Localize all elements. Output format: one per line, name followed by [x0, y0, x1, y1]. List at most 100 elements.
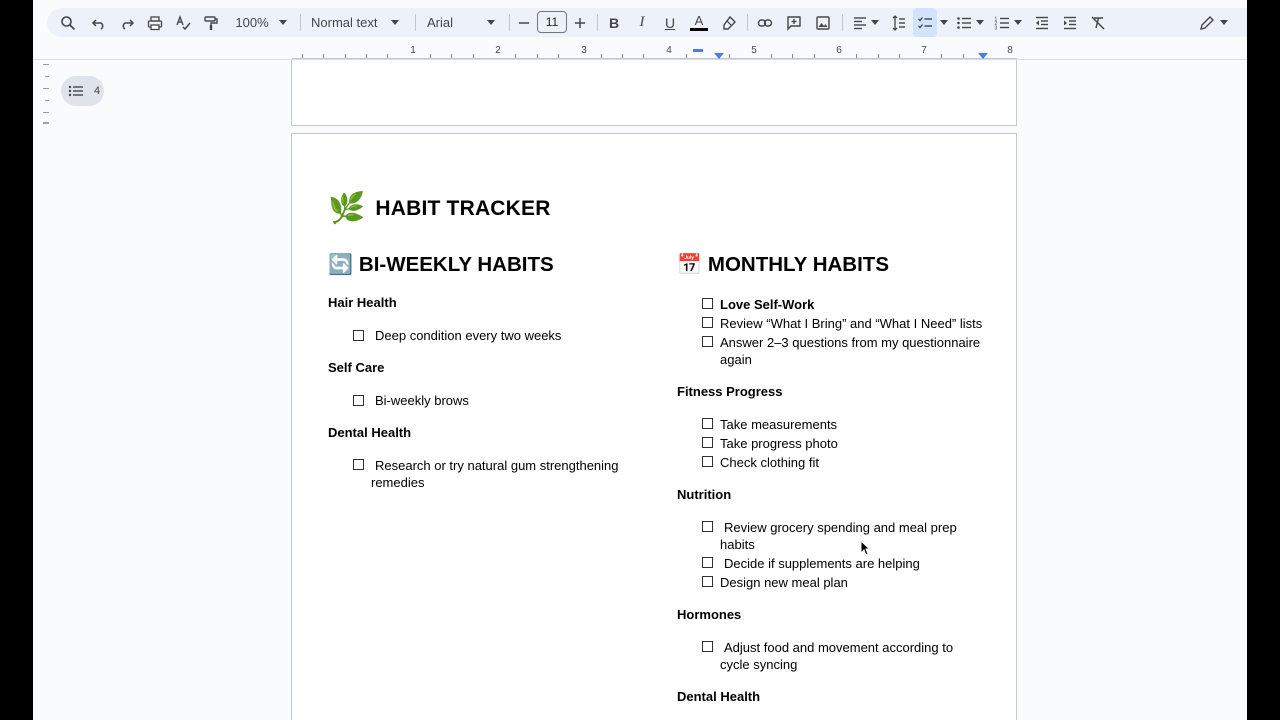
- section-heading: Dental Health: [677, 689, 761, 704]
- biweekly-heading: 🔄 BI-WEEKLY HABITS: [328, 252, 554, 277]
- checklist-item[interactable]: Adjust food and movement according to: [724, 639, 953, 656]
- italic-button[interactable]: I: [630, 8, 654, 37]
- docs-app: 100% Normal text Arial 11 B I U A 1 2 3 …: [33, 0, 1248, 720]
- checkbox[interactable]: [702, 418, 713, 429]
- checklist-item[interactable]: Bi-weekly brows: [375, 392, 469, 409]
- checkbox[interactable]: [702, 298, 713, 309]
- checkbox[interactable]: [702, 641, 713, 652]
- undo-icon[interactable]: [87, 8, 111, 37]
- section-heading: Hormones: [677, 607, 742, 622]
- section-heading: Dental Health: [328, 425, 412, 440]
- highlighter-icon: [723, 15, 736, 30]
- checklist-item[interactable]: Research or try natural gum strengthenin…: [375, 457, 619, 474]
- paint-format-icon[interactable]: [199, 8, 223, 37]
- checkbox[interactable]: [702, 456, 713, 467]
- checklist-item[interactable]: Love Self-Work: [720, 296, 814, 313]
- document-title: 🌿 HABIT TRACKER: [328, 194, 551, 224]
- checkbox[interactable]: [702, 437, 713, 448]
- calendar-icon: 📅: [677, 254, 702, 276]
- zoom-value: 100%: [235, 15, 269, 30]
- monthly-heading: 📅 MONTHLY HABITS: [677, 252, 889, 277]
- checkbox[interactable]: [702, 557, 713, 568]
- clear-formatting-icon[interactable]: [1085, 8, 1111, 37]
- checklist-menu-button[interactable]: [938, 8, 950, 37]
- checklist-item-continued[interactable]: cycle syncing: [720, 656, 797, 673]
- checkbox[interactable]: [702, 336, 713, 347]
- document-outline-button[interactable]: 4: [61, 76, 104, 106]
- bulleted-list-icon: [957, 16, 971, 29]
- checklist-item[interactable]: Check clothing fit: [720, 454, 819, 471]
- decrease-font-size-button[interactable]: [515, 8, 533, 37]
- numbered-list-button[interactable]: 123: [991, 8, 1025, 37]
- checklist-item[interactable]: Decide if supplements are helping: [724, 555, 920, 572]
- increase-indent-icon[interactable]: [1057, 8, 1083, 37]
- insert-link-icon[interactable]: [752, 8, 778, 37]
- insert-image-icon[interactable]: [810, 8, 836, 37]
- align-left-icon: [853, 16, 866, 29]
- italic-icon: I: [639, 14, 645, 30]
- title-text: HABIT TRACKER: [375, 197, 551, 220]
- print-icon[interactable]: [143, 8, 167, 37]
- section-heading: Self Care: [328, 360, 385, 375]
- checklist-item[interactable]: Answer 2–3 questions from my questionnai…: [720, 334, 980, 351]
- font-size-input[interactable]: 11: [537, 11, 567, 33]
- biweekly-heading-text: BI-WEEKLY HABITS: [358, 252, 554, 276]
- checkbox[interactable]: [353, 459, 364, 470]
- increase-font-size-button[interactable]: [571, 8, 589, 37]
- checklist-item-continued[interactable]: habits: [720, 536, 755, 553]
- previous-page[interactable]: [291, 60, 1017, 126]
- section-heading: Fitness Progress: [677, 384, 783, 399]
- underline-button[interactable]: U: [658, 8, 682, 37]
- align-select[interactable]: [849, 8, 881, 37]
- outline-count: 4: [94, 85, 101, 97]
- vertical-ruler[interactable]: [41, 60, 49, 140]
- checkbox[interactable]: [353, 395, 364, 406]
- bold-button[interactable]: B: [602, 8, 626, 37]
- decrease-indent-icon[interactable]: [1029, 8, 1055, 37]
- editing-mode-button[interactable]: [1195, 8, 1231, 37]
- line-spacing-icon[interactable]: [885, 8, 911, 37]
- checklist-item[interactable]: Take measurements: [720, 416, 837, 433]
- text-color-icon: A: [694, 13, 704, 28]
- paragraph-style-select[interactable]: Normal text: [311, 8, 407, 37]
- toolbar: 100% Normal text Arial 11 B I U A 1 2 3: [47, 8, 1248, 37]
- chevron-down-icon: [1219, 20, 1228, 25]
- ruler-number: 5: [751, 45, 757, 56]
- monthly-heading-text: MONTHLY HABITS: [707, 252, 890, 276]
- first-line-indent-handle[interactable]: [693, 49, 703, 52]
- checklist-item[interactable]: Take progress photo: [720, 435, 838, 452]
- numbered-list-icon: 123: [995, 16, 1009, 31]
- checkbox[interactable]: [702, 317, 713, 328]
- zoom-select[interactable]: 100%: [231, 8, 291, 37]
- document-page[interactable]: 🌿 HABIT TRACKER 🔄 BI-WEEKLY HABITS Hair …: [291, 133, 1017, 720]
- section-heading: Nutrition: [677, 487, 732, 502]
- checklist-item[interactable]: Review grocery spending and meal prep: [724, 519, 957, 536]
- ruler-number: 1: [410, 45, 416, 56]
- checkbox[interactable]: [702, 576, 713, 587]
- style-value: Normal text: [311, 15, 378, 30]
- font-value: Arial: [427, 15, 454, 30]
- checklist-item-continued[interactable]: remedies: [371, 474, 424, 491]
- text-color-button[interactable]: A: [687, 8, 711, 37]
- ruler-number: 6: [836, 45, 842, 56]
- mouse-cursor-icon: [860, 540, 870, 556]
- chevron-down-icon: [976, 20, 984, 25]
- pencil-icon: [1199, 15, 1214, 30]
- spellcheck-icon[interactable]: [171, 8, 195, 37]
- checklist-item[interactable]: Deep condition every two weeks: [375, 327, 561, 344]
- bulleted-list-button[interactable]: [953, 8, 987, 37]
- checkbox[interactable]: [353, 330, 364, 341]
- checklist-button[interactable]: [913, 8, 937, 37]
- highlight-color-button[interactable]: [717, 8, 741, 37]
- redo-icon[interactable]: [115, 8, 139, 37]
- checkbox[interactable]: [702, 521, 713, 532]
- ruler-number: 8: [1007, 45, 1013, 56]
- search-menus-icon[interactable]: [55, 8, 81, 37]
- checklist-item-continued[interactable]: again: [720, 351, 752, 368]
- horizontal-ruler[interactable]: 1 2 3 4 5 6 7 8: [292, 44, 1017, 60]
- font-select[interactable]: Arial: [427, 8, 499, 37]
- checklist-item[interactable]: Design new meal plan: [720, 574, 848, 591]
- add-comment-icon[interactable]: [781, 8, 807, 37]
- checklist-item[interactable]: Review “What I Bring” and “What I Need” …: [720, 315, 982, 332]
- section-heading: Hair Health: [328, 295, 397, 310]
